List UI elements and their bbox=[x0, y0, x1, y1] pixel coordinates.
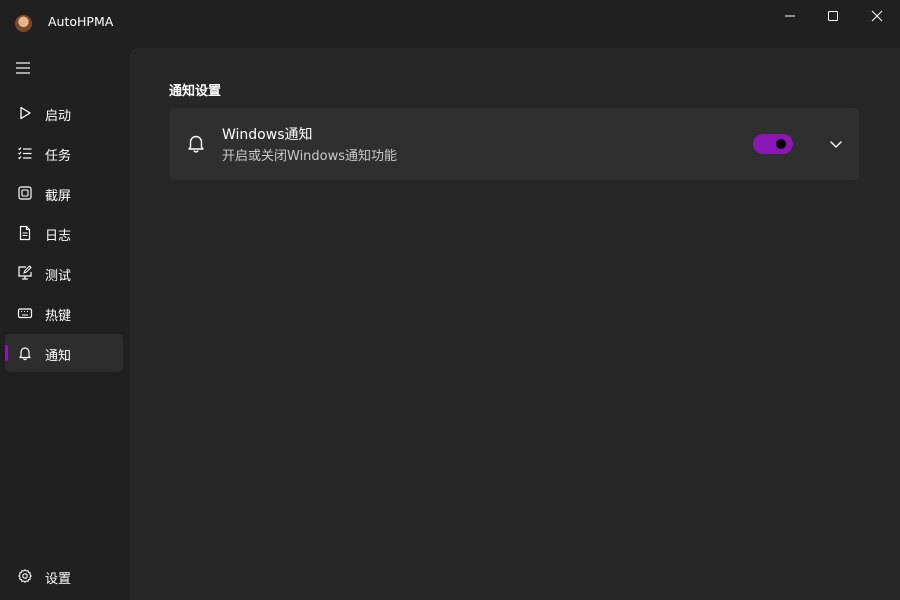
card-description: 开启或关闭Windows通知功能 bbox=[222, 149, 398, 164]
sidebar-item-settings[interactable]: 设置 bbox=[5, 557, 123, 595]
sidebar-item-notifications[interactable]: 通知 bbox=[5, 334, 123, 372]
windows-notification-toggle[interactable] bbox=[753, 134, 793, 154]
sidebar-item-logs[interactable]: 日志 bbox=[5, 214, 123, 252]
play-icon bbox=[20, 106, 31, 120]
hamburger-menu-button[interactable] bbox=[14, 60, 32, 76]
bell-icon bbox=[19, 347, 31, 361]
selection-indicator bbox=[5, 345, 8, 361]
sidebar-item-screenshot[interactable]: 截屏 bbox=[5, 174, 123, 212]
sidebar-item-label: 热键 bbox=[45, 309, 72, 324]
bell-icon bbox=[188, 135, 204, 153]
sidebar-item-launch[interactable]: 启动 bbox=[5, 94, 123, 132]
sidebar-item-label: 任务 bbox=[45, 149, 72, 164]
sidebar-item-label: 启动 bbox=[45, 109, 72, 124]
card-title: Windows通知 bbox=[222, 127, 313, 143]
windows-notification-card[interactable]: Windows通知 开启或关闭Windows通知功能 bbox=[170, 108, 859, 180]
document-icon bbox=[19, 225, 31, 241]
section-title: 通知设置 bbox=[169, 84, 222, 99]
sidebar-item-label: 截屏 bbox=[45, 189, 72, 204]
keyboard-icon bbox=[17, 308, 33, 319]
maximize-button[interactable] bbox=[811, 0, 855, 32]
hamburger-icon bbox=[16, 62, 30, 74]
task-list-icon bbox=[18, 147, 32, 160]
sidebar-item-label: 设置 bbox=[45, 572, 72, 587]
title-bar: AutoHPMA bbox=[0, 0, 900, 48]
minimize-button[interactable] bbox=[768, 0, 812, 32]
sidebar-item-label: 测试 bbox=[45, 269, 72, 284]
chevron-down-icon[interactable] bbox=[828, 136, 844, 152]
sidebar-item-hotkeys[interactable]: 热键 bbox=[5, 294, 123, 332]
app-window: AutoHPMA 启动 任务 截屏 日志 测试 热键 通知 设置 通知设置 Wi… bbox=[0, 0, 900, 600]
app-title: AutoHPMA bbox=[48, 14, 114, 29]
sidebar-item-tasks[interactable]: 任务 bbox=[5, 134, 123, 172]
sidebar-item-label: 通知 bbox=[45, 349, 72, 364]
close-icon bbox=[871, 10, 883, 22]
monitor-edit-icon bbox=[18, 265, 32, 280]
sidebar-item-test[interactable]: 测试 bbox=[5, 254, 123, 292]
sidebar-item-label: 日志 bbox=[45, 229, 72, 244]
minimize-icon bbox=[785, 15, 795, 17]
close-button[interactable] bbox=[855, 0, 899, 32]
maximize-icon bbox=[828, 11, 838, 21]
app-avatar-icon bbox=[15, 15, 32, 32]
content-area: 通知设置 Windows通知 开启或关闭Windows通知功能 bbox=[130, 48, 900, 600]
gear-icon bbox=[18, 569, 32, 583]
toggle-knob bbox=[776, 139, 786, 149]
screenshot-icon bbox=[18, 186, 32, 200]
